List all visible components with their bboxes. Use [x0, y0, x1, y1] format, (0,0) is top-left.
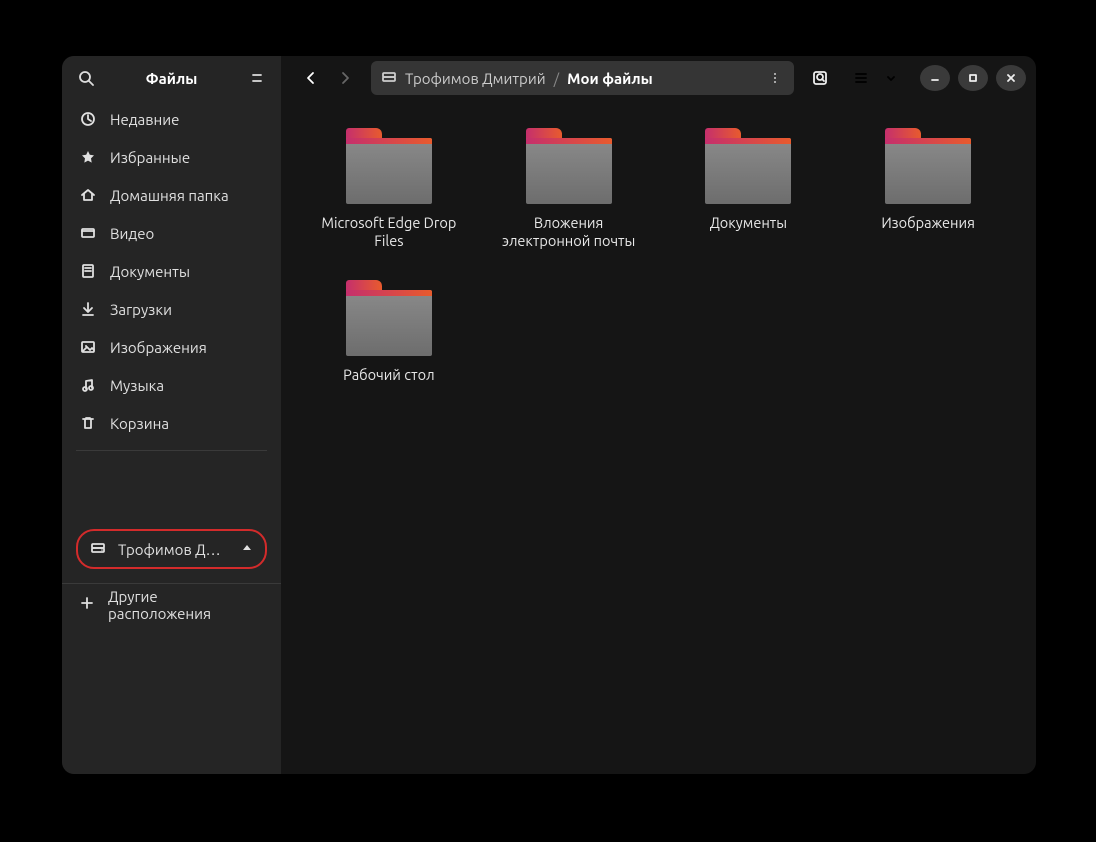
main-area: Трофимов Дмитрий / Мои файлы — [281, 56, 1036, 774]
sidebar-other-locations[interactable]: Другие расположения — [62, 583, 281, 625]
back-button[interactable] — [295, 62, 327, 94]
sidebar-item-recent[interactable]: Недавние — [62, 100, 281, 138]
trash-icon — [80, 415, 96, 431]
download-icon — [80, 301, 96, 317]
sidebar-item-label: Загрузки — [110, 301, 172, 318]
window-controls — [916, 65, 1026, 91]
home-icon — [80, 187, 96, 203]
folder-item[interactable]: Документы — [671, 128, 827, 250]
plus-icon — [80, 596, 94, 613]
nav-arrows — [291, 62, 361, 94]
sidebar-item-label: Документы — [110, 263, 190, 280]
pathbar[interactable]: Трофимов Дмитрий / Мои файлы — [371, 61, 794, 95]
sidebar-item-documents[interactable]: Документы — [62, 252, 281, 290]
file-manager-window: Файлы Недавние Избранные Домашняя папка … — [62, 56, 1036, 774]
app-title: Файлы — [106, 70, 237, 87]
toolbar: Трофимов Дмитрий / Мои файлы — [281, 56, 1036, 100]
path-segment-root[interactable]: Трофимов Дмитрий — [381, 69, 546, 88]
folder-icon — [346, 280, 432, 356]
folder-label: Microsoft Edge Drop Files — [319, 214, 459, 250]
sidebar-item-videos[interactable]: Видео — [62, 214, 281, 252]
eject-icon[interactable] — [241, 541, 253, 558]
sidebar-item-home[interactable]: Домашняя папка — [62, 176, 281, 214]
path-segment-label: Трофимов Дмитрий — [405, 70, 546, 87]
folder-item[interactable]: Изображения — [850, 128, 1006, 250]
maximize-button[interactable] — [958, 65, 988, 91]
search-button[interactable] — [72, 64, 100, 92]
video-icon — [80, 225, 96, 241]
sidebar-item-label: Изображения — [110, 339, 207, 356]
clock-icon — [80, 111, 96, 127]
sidebar-item-label: Корзина — [110, 415, 169, 432]
folder-icon — [885, 128, 971, 204]
folder-grid: Microsoft Edge Drop Files Вложения элект… — [311, 128, 1006, 384]
sidebar-item-label: Домашняя папка — [110, 187, 229, 204]
path-separator: / — [554, 70, 560, 87]
folder-item[interactable]: Microsoft Edge Drop Files — [311, 128, 467, 250]
sidebar-separator — [76, 450, 267, 451]
sidebar-item-label: Видео — [110, 225, 154, 242]
star-icon — [80, 149, 96, 165]
sidebar-item-downloads[interactable]: Загрузки — [62, 290, 281, 328]
view-switcher[interactable] — [846, 62, 906, 94]
folder-label: Изображения — [881, 214, 975, 232]
folder-icon — [705, 128, 791, 204]
pathbar-menu-button[interactable] — [762, 65, 788, 91]
path-segment-label: Мои файлы — [567, 70, 653, 87]
folder-label: Вложения электронной почты — [499, 214, 639, 250]
close-button[interactable] — [996, 65, 1026, 91]
minimize-button[interactable] — [920, 65, 950, 91]
toolbar-search-button[interactable] — [804, 62, 836, 94]
folder-icon — [526, 128, 612, 204]
drive-icon — [381, 69, 397, 88]
sidebar-item-starred[interactable]: Избранные — [62, 138, 281, 176]
sidebar-item-pictures[interactable]: Изображения — [62, 328, 281, 366]
sidebar-menu-button[interactable] — [243, 64, 271, 92]
other-locations-label: Другие расположения — [108, 588, 263, 622]
mount-label: Трофимов Дми… — [118, 541, 229, 558]
document-icon — [80, 263, 96, 279]
sidebar-mount-drive[interactable]: Трофимов Дми… — [76, 529, 267, 569]
sidebar-header: Файлы — [62, 56, 281, 100]
list-view-icon[interactable] — [846, 62, 876, 94]
sidebar: Файлы Недавние Избранные Домашняя папка … — [62, 56, 281, 774]
music-icon — [80, 377, 96, 393]
sidebar-item-label: Музыка — [110, 377, 164, 394]
forward-button[interactable] — [329, 62, 361, 94]
sidebar-item-music[interactable]: Музыка — [62, 366, 281, 404]
folder-label: Документы — [710, 214, 787, 232]
drive-icon — [90, 540, 106, 559]
sidebar-item-trash[interactable]: Корзина — [62, 404, 281, 442]
content-area: Microsoft Edge Drop Files Вложения элект… — [281, 100, 1036, 774]
folder-item[interactable]: Рабочий стол — [311, 280, 467, 384]
sidebar-item-label: Недавние — [110, 111, 179, 128]
folder-icon — [346, 128, 432, 204]
chevron-down-icon[interactable] — [876, 62, 906, 94]
picture-icon — [80, 339, 96, 355]
folder-label: Рабочий стол — [343, 366, 434, 384]
folder-item[interactable]: Вложения электронной почты — [491, 128, 647, 250]
path-segment-current[interactable]: Мои файлы — [567, 70, 653, 87]
sidebar-item-label: Избранные — [110, 149, 190, 166]
